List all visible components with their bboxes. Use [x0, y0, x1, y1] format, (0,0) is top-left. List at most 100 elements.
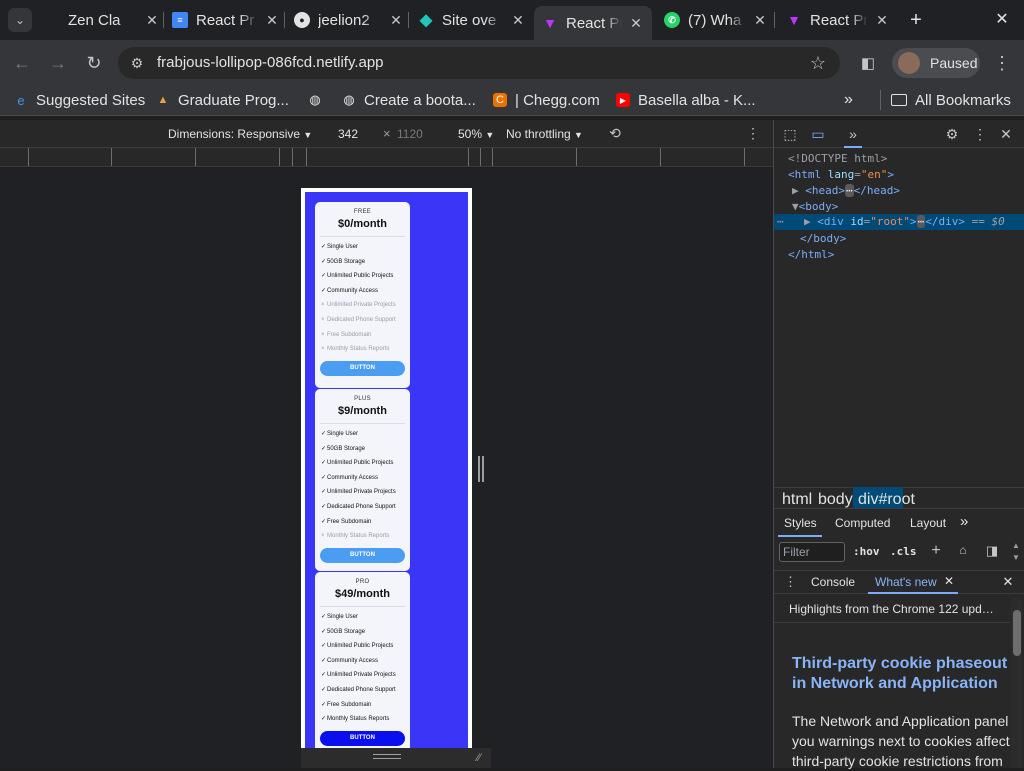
- close-icon[interactable]: ✕: [264, 12, 280, 29]
- menu-kebab-icon[interactable]: ⋮: [991, 52, 1013, 74]
- doctype-line[interactable]: <!DOCTYPE html>: [788, 152, 887, 165]
- bookmarks-overflow-chevron-icon[interactable]: »: [844, 90, 853, 110]
- height-input[interactable]: 1120: [397, 127, 423, 141]
- inspect-element-icon[interactable]: ⬚: [781, 125, 799, 143]
- head-line[interactable]: ▶ <head>⋯</head>: [792, 184, 900, 197]
- feature-item: ✓Community Access: [315, 284, 410, 299]
- bookmark-graduate-programs[interactable]: ▲ Graduate Prog...: [156, 90, 289, 110]
- styles-filter-input[interactable]: Filter: [779, 542, 845, 562]
- ellipsis-badge[interactable]: ⋯: [916, 215, 926, 228]
- ellipsis-badge[interactable]: ⋯: [845, 184, 854, 197]
- devtools-menu-kebab-icon[interactable]: ⋮: [971, 125, 989, 143]
- tab-whats-new[interactable]: What's new: [875, 575, 937, 589]
- close-icon[interactable]: ✕: [510, 12, 526, 29]
- feature-item: × Dedicated Phone Support: [315, 313, 410, 328]
- tab-layout[interactable]: Layout: [910, 516, 946, 530]
- device-toggle-icon[interactable]: ▭: [809, 125, 827, 143]
- new-tab-plus-icon[interactable]: +: [906, 9, 926, 31]
- more-tabs-chevron-icon[interactable]: »: [960, 513, 968, 530]
- close-icon[interactable]: ✕: [144, 12, 160, 29]
- styles-scroll-arrows-icon[interactable]: ▲ ▼: [1011, 540, 1021, 564]
- all-bookmarks-button[interactable]: All Bookmarks: [891, 90, 1011, 110]
- resize-handle-bottom[interactable]: ⁄⁄: [301, 748, 491, 768]
- zoom-dropdown[interactable]: 50% ▼: [458, 127, 494, 141]
- url-text[interactable]: frabjous-lollipop-086fcd.netlify.app: [157, 54, 384, 71]
- feature-label: Community Access: [327, 657, 379, 664]
- tab-styles[interactable]: Styles: [784, 516, 817, 530]
- chevron-down-icon: ▼: [303, 130, 313, 140]
- plan-button[interactable]: BUTTON: [320, 730, 405, 746]
- close-icon[interactable]: ✕: [874, 12, 890, 29]
- plan-button[interactable]: BUTTON: [320, 547, 405, 563]
- more-panels-chevron-icon[interactable]: »: [844, 125, 862, 143]
- throttling-dropdown[interactable]: No throttling ▼: [506, 127, 583, 141]
- reload-icon[interactable]: ↻: [83, 52, 105, 74]
- breadcrumb-div-root[interactable]: div#root: [858, 491, 915, 509]
- pricing-page: FREE $0/month ✓Single User ✓50GB Storage ✓Un…: [305, 192, 468, 748]
- drawer-menu-kebab-icon[interactable]: ⋮: [784, 574, 797, 590]
- collapse-triangle-icon[interactable]: ▼: [792, 200, 799, 213]
- paint-brush-icon[interactable]: ⌂: [955, 543, 971, 559]
- html-close-line[interactable]: </html>: [788, 248, 834, 261]
- tab-computed[interactable]: Computed: [835, 516, 890, 530]
- window-close-icon[interactable]: ✕: [992, 9, 1012, 31]
- expand-triangle-icon[interactable]: ▶: [804, 215, 811, 228]
- sidebar-toggle-icon[interactable]: ◨: [984, 543, 1000, 559]
- tab-console[interactable]: Console: [811, 575, 855, 589]
- close-tab-icon[interactable]: ✕: [942, 574, 956, 590]
- site-info-icon[interactable]: ⚙: [126, 52, 148, 74]
- close-icon[interactable]: ✕: [388, 12, 404, 29]
- bookmark-chegg[interactable]: C | Chegg.com: [493, 90, 600, 110]
- breadcrumb-body[interactable]: body: [818, 491, 853, 509]
- expand-triangle-icon[interactable]: ▶: [792, 184, 799, 197]
- body-open-line[interactable]: ▼<body>: [792, 200, 838, 213]
- whats-new-title[interactable]: Third-party cookie phaseout in Network a…: [792, 654, 1012, 694]
- back-arrow-icon[interactable]: ←: [11, 52, 33, 74]
- close-drawer-icon[interactable]: ✕: [1001, 574, 1015, 590]
- bookmark-suggested-sites[interactable]: e Suggested Sites: [14, 90, 145, 110]
- whats-new-scrollbar[interactable]: [1011, 598, 1022, 768]
- whats-new-underline: [868, 592, 958, 594]
- device-menu-kebab-icon[interactable]: ⋮: [746, 125, 760, 143]
- width-input[interactable]: 342: [338, 127, 358, 141]
- tab-4-active[interactable]: ▼ React Pr ✕: [534, 6, 652, 40]
- ruler-tick: [744, 148, 745, 166]
- html-open-line[interactable]: <html lang="en">: [788, 168, 894, 181]
- rotate-icon[interactable]: ⟲: [606, 125, 624, 143]
- dimensions-dropdown[interactable]: Dimensions: Responsive ▼: [168, 127, 312, 141]
- plan-button[interactable]: BUTTON: [320, 360, 405, 376]
- ie-icon: e: [17, 92, 25, 108]
- tab-5[interactable]: ✆ (7) Wha ✕: [664, 6, 768, 34]
- bookmark-star-icon[interactable]: ☆: [807, 52, 829, 74]
- resize-handle-right[interactable]: [478, 456, 484, 482]
- close-devtools-icon[interactable]: ✕: [997, 125, 1015, 143]
- tab-6[interactable]: ▼ React Pr ✕: [786, 6, 890, 34]
- new-rule-plus-icon[interactable]: +: [928, 542, 944, 560]
- cls-toggle[interactable]: .cls: [890, 545, 917, 558]
- settings-gear-icon[interactable]: ⚙: [943, 125, 961, 143]
- breadcrumb-html[interactable]: html: [782, 491, 812, 509]
- tab-3[interactable]: ◆ Site ove ✕: [418, 6, 526, 34]
- side-panel-icon[interactable]: ◧: [857, 52, 879, 74]
- media-query-ruler[interactable]: [0, 148, 773, 167]
- close-icon[interactable]: ✕: [752, 12, 768, 29]
- row-options-ellipsis-icon[interactable]: ⋯: [777, 215, 784, 228]
- close-icon[interactable]: ✕: [628, 15, 644, 32]
- bookmark-create-bootable[interactable]: ◍ Create a boota...: [342, 90, 475, 110]
- forward-arrow-icon[interactable]: →: [47, 52, 69, 74]
- tab-2[interactable]: ● jeelion2 ✕: [294, 6, 404, 34]
- root-div-line[interactable]: ▶ <div id="root">⋯</div> == $0: [804, 215, 1005, 228]
- bookmark-globe[interactable]: ◍: [308, 90, 330, 110]
- profile-button[interactable]: Paused: [892, 48, 980, 78]
- tab-1[interactable]: ≡ React Pr ✕: [172, 6, 280, 34]
- tab-search-chevron-icon[interactable]: ⌄: [8, 8, 32, 32]
- scrollbar-thumb[interactable]: [1013, 610, 1021, 656]
- corner-resize-icon[interactable]: ⁄⁄: [477, 752, 489, 764]
- highlights-heading[interactable]: Highlights from the Chrome 122 upd…: [789, 602, 997, 616]
- times-symbol: ×: [383, 126, 391, 141]
- tab-0[interactable]: Zen Cla ✕: [44, 6, 160, 34]
- bookmark-basella-alba[interactable]: ▶ Basella alba - K...: [616, 90, 756, 110]
- tab-divider: [774, 12, 775, 28]
- body-close-line[interactable]: </body>: [800, 232, 846, 245]
- hov-toggle[interactable]: :hov: [853, 545, 880, 558]
